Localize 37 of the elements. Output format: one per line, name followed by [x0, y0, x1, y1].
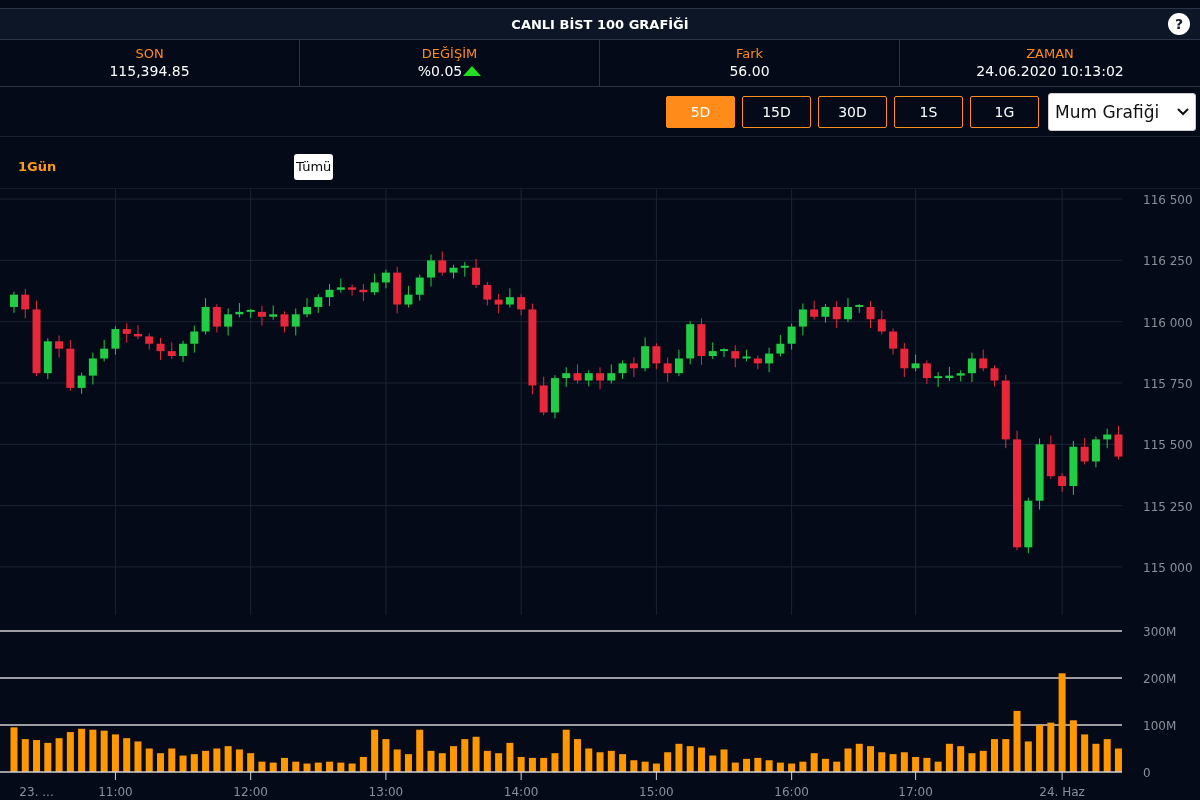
time-axis-label: 14:00: [503, 785, 539, 799]
volume-axis-label: 100M: [1143, 719, 1177, 733]
price-axis-label: 116 000: [1143, 315, 1193, 330]
time-axis-label: 12:00: [233, 785, 268, 799]
volume-axis-label: 300M: [1143, 625, 1177, 639]
stat-value: %0.05: [417, 62, 463, 80]
price-axis-label: 115 250: [1143, 499, 1193, 514]
time-axis-label: 15:00: [639, 785, 674, 799]
time-axis-label: 23. ...: [19, 785, 54, 799]
price-axis-label: 115 000: [1143, 560, 1193, 575]
period-tab[interactable]: 30D: [818, 96, 887, 128]
time-axis-label: 16:00: [774, 785, 809, 799]
stat-value: 56.00: [729, 62, 770, 80]
time-axis-label: 24. Haz: [1039, 785, 1085, 799]
help-button[interactable]: ?: [1168, 13, 1190, 35]
time-axis-label: 13:00: [368, 785, 404, 799]
period-tab[interactable]: 1S: [894, 96, 963, 128]
volume-axis-label: 200M: [1143, 672, 1177, 686]
period-tab[interactable]: 15D: [742, 96, 811, 128]
all-range-button[interactable]: Tümü: [294, 153, 334, 180]
time-axis-label: 17:00: [898, 785, 933, 799]
stat-value: 115,394.85: [109, 62, 190, 80]
time-axis-label: 11:00: [98, 785, 133, 799]
range-label: 1Gün: [18, 159, 58, 174]
stat-label: DEĞİŞİM: [421, 46, 478, 62]
stat-label: Fark: [735, 46, 764, 62]
chart-type-dropdown[interactable]: Mum Grafiği: [1048, 93, 1196, 131]
price-axis-label: 116 500: [1143, 193, 1193, 208]
stat-value: 24.06.2020 10:13:02: [976, 62, 1124, 80]
price-axis-label: 115 750: [1143, 377, 1193, 391]
volume-axis-label: 0: [1143, 766, 1151, 780]
period-tab[interactable]: 1G: [970, 96, 1039, 128]
stat-label: ZAMAN: [1026, 46, 1074, 62]
price-axis-label: 116 250: [1143, 254, 1193, 269]
stat-label: SON: [135, 46, 164, 62]
price-axis-label: 115 500: [1143, 438, 1193, 453]
window-title: CANLI BİST 100 GRAFİĞİ: [511, 16, 689, 32]
